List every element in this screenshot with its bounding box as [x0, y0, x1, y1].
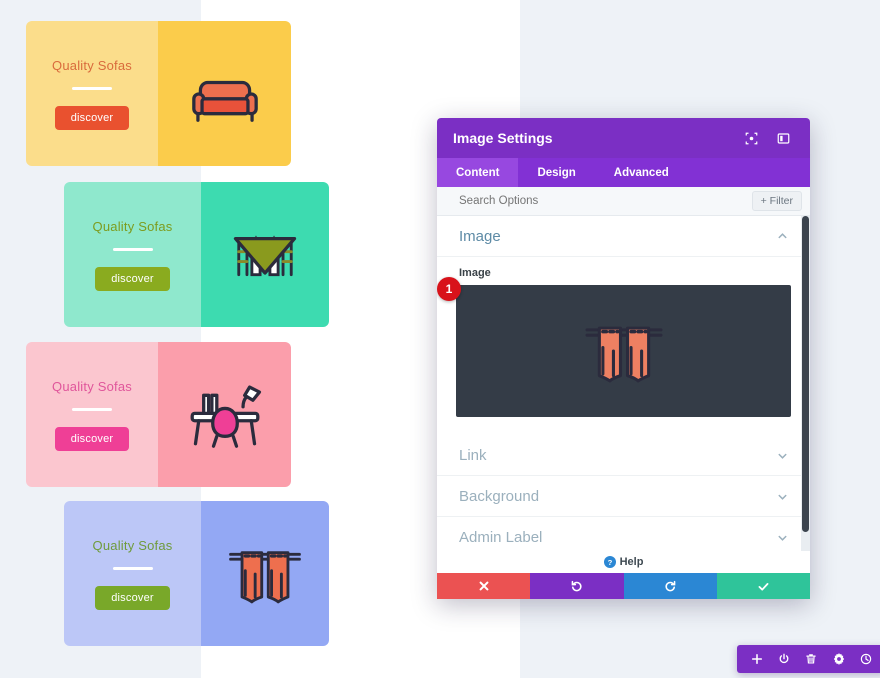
chevron-down-icon	[778, 494, 787, 500]
trash-icon[interactable]	[802, 650, 820, 668]
section-header-admin-label[interactable]: Admin Label	[437, 517, 810, 551]
promo-card-divider	[112, 566, 153, 570]
promo-card-image-panel	[158, 21, 291, 166]
promo-card-text-panel: Quality Sofas discover	[64, 501, 201, 646]
modal-scrollbar[interactable]	[801, 216, 810, 551]
section-label: Background	[459, 487, 540, 505]
cross-icon	[479, 581, 489, 591]
bottom-toolbar	[737, 645, 880, 673]
power-icon[interactable]	[775, 650, 793, 668]
modal-tab-bar: Content Design Advanced	[437, 158, 810, 187]
save-button[interactable]	[716, 573, 810, 599]
promo-card[interactable]: Quality Sofas discover	[26, 21, 291, 166]
help-question-icon: ?	[603, 556, 616, 568]
section-header-image[interactable]: Image	[437, 216, 810, 257]
tab-content[interactable]: Content	[437, 158, 519, 187]
tab-design[interactable]: Design	[518, 158, 594, 187]
panel-layout-icon[interactable]	[772, 127, 794, 149]
promo-card-discover-button[interactable]: discover	[95, 585, 170, 610]
redo-button[interactable]	[623, 573, 717, 599]
section-header-link[interactable]: Link	[437, 435, 810, 476]
history-clock-icon[interactable]	[857, 650, 875, 668]
promo-card-title: Quality Sofas	[92, 537, 173, 553]
promo-card-divider	[112, 247, 153, 251]
sofa-icon	[191, 80, 258, 122]
image-preview[interactable]: 1	[437, 277, 791, 417]
promo-card[interactable]: Quality Sofas discover	[64, 501, 329, 646]
help-row[interactable]: ? Help	[437, 551, 810, 573]
promo-card-discover-button[interactable]: discover	[95, 266, 170, 291]
gear-icon[interactable]	[830, 650, 848, 668]
promo-card[interactable]: Quality Sofas discover	[64, 182, 329, 327]
search-input[interactable]	[457, 194, 752, 208]
svg-text:?: ?	[607, 558, 612, 567]
section-label: Image	[459, 227, 501, 245]
undo-button[interactable]	[530, 573, 624, 599]
section-header-background[interactable]: Background	[437, 476, 810, 517]
close-button[interactable]	[437, 573, 531, 599]
chevron-up-icon	[778, 232, 787, 238]
promo-card-text-panel: Quality Sofas discover	[26, 342, 158, 487]
dining-table-chairs-icon	[233, 234, 297, 276]
help-label: Help	[619, 556, 644, 568]
image-field-label: Image	[459, 267, 491, 279]
modal-action-bar	[437, 573, 810, 599]
promo-card-text-panel: Quality Sofas discover	[64, 182, 201, 327]
tab-advanced[interactable]: Advanced	[595, 158, 688, 187]
modal-title: Image Settings	[453, 130, 553, 146]
promo-card-image-panel	[201, 501, 329, 646]
curtains-icon	[585, 326, 662, 383]
chevron-down-icon	[778, 453, 787, 459]
promo-card-title: Quality Sofas	[52, 57, 132, 73]
expand-fullscreen-icon[interactable]	[740, 127, 762, 149]
redo-arrow-icon	[665, 580, 675, 591]
section-label: Admin Label	[459, 528, 543, 546]
promo-card-image-panel	[201, 182, 329, 327]
modal-header: Image Settings	[437, 118, 810, 158]
promo-card-image-panel	[158, 342, 291, 487]
modal-body: Image Image 1 Link Background Admin Labe…	[437, 216, 810, 551]
image-settings-modal: Image Settings Content Design Advanced +…	[437, 118, 810, 599]
promo-card-title: Quality Sofas	[52, 378, 132, 394]
promo-card-discover-button[interactable]: discover	[54, 426, 130, 451]
promo-card-title: Quality Sofas	[92, 218, 173, 234]
promo-card-divider	[72, 86, 112, 90]
step-badge: 1	[437, 277, 461, 301]
modal-scrollbar-thumb[interactable]	[802, 216, 809, 532]
search-options-row: + Filter	[437, 187, 810, 216]
desk-chair-lamp-icon	[190, 384, 261, 448]
promo-card-discover-button[interactable]: discover	[54, 105, 130, 130]
undo-arrow-icon	[572, 580, 582, 591]
plus-icon[interactable]	[748, 650, 766, 668]
checkmark-icon	[758, 582, 769, 591]
promo-card-divider	[72, 407, 112, 411]
promo-card[interactable]: Quality Sofas discover	[26, 342, 291, 487]
section-label: Link	[459, 446, 487, 464]
filter-button[interactable]: + Filter	[751, 191, 802, 211]
promo-card-text-panel: Quality Sofas discover	[26, 21, 158, 166]
curtains-icon	[229, 550, 301, 603]
chevron-down-icon	[778, 535, 787, 541]
